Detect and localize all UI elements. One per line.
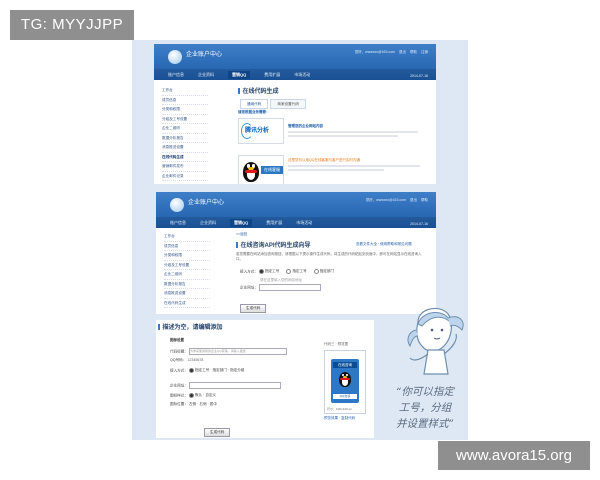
qq-chat-button[interactable]: QQ交谈 (333, 394, 357, 399)
sidebar-item[interactable]: 企业二维码 (162, 124, 208, 134)
sidebar-item[interactable]: 企业邮件记录 (162, 172, 208, 181)
site-hint: 请在这里填入您的网站地址 (260, 278, 302, 282)
field-access: 接入方式： 指定工号 · 指定部门 · 指定分组 (170, 368, 245, 373)
generate-code-button[interactable]: 生成代码 (204, 420, 231, 438)
sidebar-item[interactable]: 消息推送设置 (162, 143, 208, 153)
nav-expansion[interactable]: 费用扩展 (264, 72, 280, 78)
sidebar-item[interactable]: 成员信息 (164, 242, 210, 251)
field-title: 代码标题： 为你来使用我的企业QQ营销，请输入描述 (170, 348, 287, 355)
radio-option[interactable]: 指定工号 (258, 269, 279, 274)
section-title: 在线代码生成 (238, 86, 279, 95)
field-qq: QQ号码： 12345678 (170, 358, 204, 362)
panel-icon-settings: 描述为空，请编辑添加 图标设置 代码标题： 为你来使用我的企业QQ营销，请输入描… (156, 320, 374, 438)
panel-code-generation: 企业账户中心 您好，wwwxxx@163.com 退出 帮助 注销 账户信息 企业资料… (154, 44, 436, 184)
header-bar: 企业账户中心 您好，wwwxxx@163.com 退出 帮助 账户信息 企业资料 营… (156, 192, 436, 228)
site-row: 企业网址： (240, 284, 321, 291)
sidebar-item[interactable]: 分组及工号设置 (164, 261, 210, 270)
title-input[interactable]: 为你来使用我的企业QQ营销，请输入描述 (188, 348, 287, 355)
access-radios[interactable]: 指定工号 · 指定部门 · 指定分组 (188, 368, 244, 373)
nav-market[interactable]: 市场活动 (296, 220, 312, 226)
tab-general-code[interactable]: 通用代码 (240, 99, 269, 109)
logo-icon (170, 198, 184, 212)
position-selects[interactable]: 左侧 · 右侧 · 居中 (189, 402, 217, 406)
radio-option[interactable]: 指定工号 (286, 269, 307, 274)
header-date: 2014-07-16 (410, 74, 428, 78)
mascot-quote: “你可以指定 工号，分组 并设置样式” (396, 386, 454, 430)
user-info[interactable]: 您好，wwwxxx@163.com 退出 帮助 注销 (351, 50, 428, 55)
preview-label: 代码三 · 预览图 (324, 342, 349, 346)
logo-icon (168, 50, 182, 64)
sidebar-item[interactable]: 在线代码生成 (164, 299, 210, 308)
sidebar-item[interactable]: 分类和权限 (164, 251, 210, 261)
sidebar-item[interactable]: 数据分析报告 (162, 134, 208, 143)
description: 若您需要在网站添加咨询按钮，请根据以下提示操作生成代码，将生成的代码粘贴到页面中… (236, 252, 422, 261)
card1-title[interactable]: 管理您的企业网站内容 (288, 124, 323, 129)
panel-api-wizard: 企业账户中心 您好，wwwxxx@163.com 退出 帮助 账户信息 企业资料 营… (156, 192, 436, 314)
screenshot-collage: 企业账户中心 您好，wwwxxx@163.com 退出 帮助 注销 账户信息 企业资料… (132, 40, 468, 440)
nav-account[interactable]: 账户信息 (170, 220, 186, 226)
sidebar-item[interactable]: 消息推送设置 (164, 289, 210, 299)
nav-company[interactable]: 企业资料 (200, 220, 216, 226)
access-row: 接入方式： 指定工号 指定工号 指定部门 (240, 269, 335, 274)
sidebar: 工作台 成员信息 分类和权限 分组及工号设置 企业二维码 数据分析报告 消息推送… (162, 86, 208, 181)
sidebar-item[interactable]: 企业二维码 (164, 270, 210, 280)
tab-merchant-code[interactable]: 商家设置代码 (270, 99, 306, 109)
sidebar-item[interactable]: 工作台 (162, 86, 208, 96)
tab-bar: 通用代码 商家设置代码 (240, 99, 306, 109)
sidebar: 工作台 成员信息 分类和权限 分组及工号设置 企业二维码 数据分析报告 消息推送… (164, 232, 210, 308)
radio-option[interactable]: 指定部门 (313, 269, 334, 274)
nav-company[interactable]: 企业资料 (198, 72, 214, 78)
qq-number: 12345678 (187, 358, 204, 362)
card-tencent-analytics[interactable]: 腾讯分析 (238, 118, 284, 144)
card-brand: 腾讯分析 (245, 128, 270, 134)
section-title: 描述为空，请编辑添加 (158, 322, 223, 331)
generate-code-button[interactable]: 生成代码 (240, 296, 267, 314)
section-title: 在线咨询API代码生成向导 (236, 240, 311, 249)
sidebar-item[interactable]: 分组及工号设置 (162, 115, 208, 124)
nav-account[interactable]: 账户信息 (168, 72, 184, 78)
sidebar-item-active[interactable]: 在线代码生成 (162, 153, 208, 162)
sidebar-item[interactable]: 工作台 (164, 232, 210, 242)
qq-penguin-icon (243, 162, 259, 182)
help-link[interactable]: 查看文件大全 · 使用帮助和常见问题 (356, 242, 412, 247)
nav-marketing-qq[interactable]: 营销QQ (230, 218, 253, 227)
style-radios[interactable]: 默认 · 自定义 (188, 393, 216, 398)
header-date: 2014-07-16 (410, 222, 428, 226)
site-input[interactable] (188, 382, 281, 389)
qq-card-title: 在线咨询 (333, 362, 357, 368)
nav-expansion[interactable]: 费用扩展 (266, 220, 282, 226)
sidebar-item[interactable]: 数据分析报告 (164, 280, 210, 289)
group-title: 图标设置 (170, 338, 184, 342)
card-online-service[interactable]: 在线客服 (238, 155, 284, 184)
subhead: 请您根据业务需要： (238, 110, 270, 114)
corner-tag: TG: MYYJJPP (10, 10, 134, 40)
top-nav: 账户信息 企业资料 营销QQ 费用扩展 市场活动 (156, 217, 436, 228)
card2-title: 在线客服 (261, 166, 283, 174)
nav-marketing-qq[interactable]: 营销QQ (228, 70, 251, 79)
size-text: 尺寸：100×120 px (327, 407, 352, 411)
mascot-girl-illustration (407, 307, 464, 375)
qq-preview-box: 在线咨询 QQ交谈 尺寸：100×120 px (324, 350, 366, 414)
user-info[interactable]: 您好，wwwxxx@163.com 退出 帮助 (362, 198, 428, 203)
card2-line: 这里您可以用QQ在线客服与客户进行实时沟通 (288, 158, 360, 162)
header-bar: 企业账户中心 您好，wwwxxx@163.com 退出 帮助 注销 账户信息 企业资料… (154, 44, 436, 80)
sidebar-item[interactable]: 成员信息 (162, 96, 208, 105)
sidebar-item[interactable]: 分类和权限 (162, 105, 208, 115)
site-input[interactable] (258, 284, 321, 291)
app-title: 企业账户中心 (186, 52, 223, 58)
field-site: 企业网址： (170, 382, 281, 389)
field-position: 图标位置： 左侧 · 右侧 · 居中 (170, 402, 217, 406)
app-title: 企业账户中心 (188, 200, 225, 206)
watermark: www.avora15.org (438, 441, 590, 470)
back-link[interactable]: <<返回 (236, 232, 247, 237)
qq-consult-card[interactable]: 在线咨询 QQ交谈 (331, 359, 359, 403)
preview-link[interactable]: 预览效果 · 复制代码 (324, 416, 355, 421)
top-nav: 账户信息 企业资料 营销QQ 费用扩展 市场活动 (154, 69, 436, 80)
field-style: 图标样式： 默认 · 自定义 (170, 393, 217, 398)
nav-market[interactable]: 市场活动 (294, 72, 310, 78)
qq-penguin-icon (339, 372, 351, 387)
sidebar-item[interactable]: 营销邮件发布 (162, 162, 208, 172)
